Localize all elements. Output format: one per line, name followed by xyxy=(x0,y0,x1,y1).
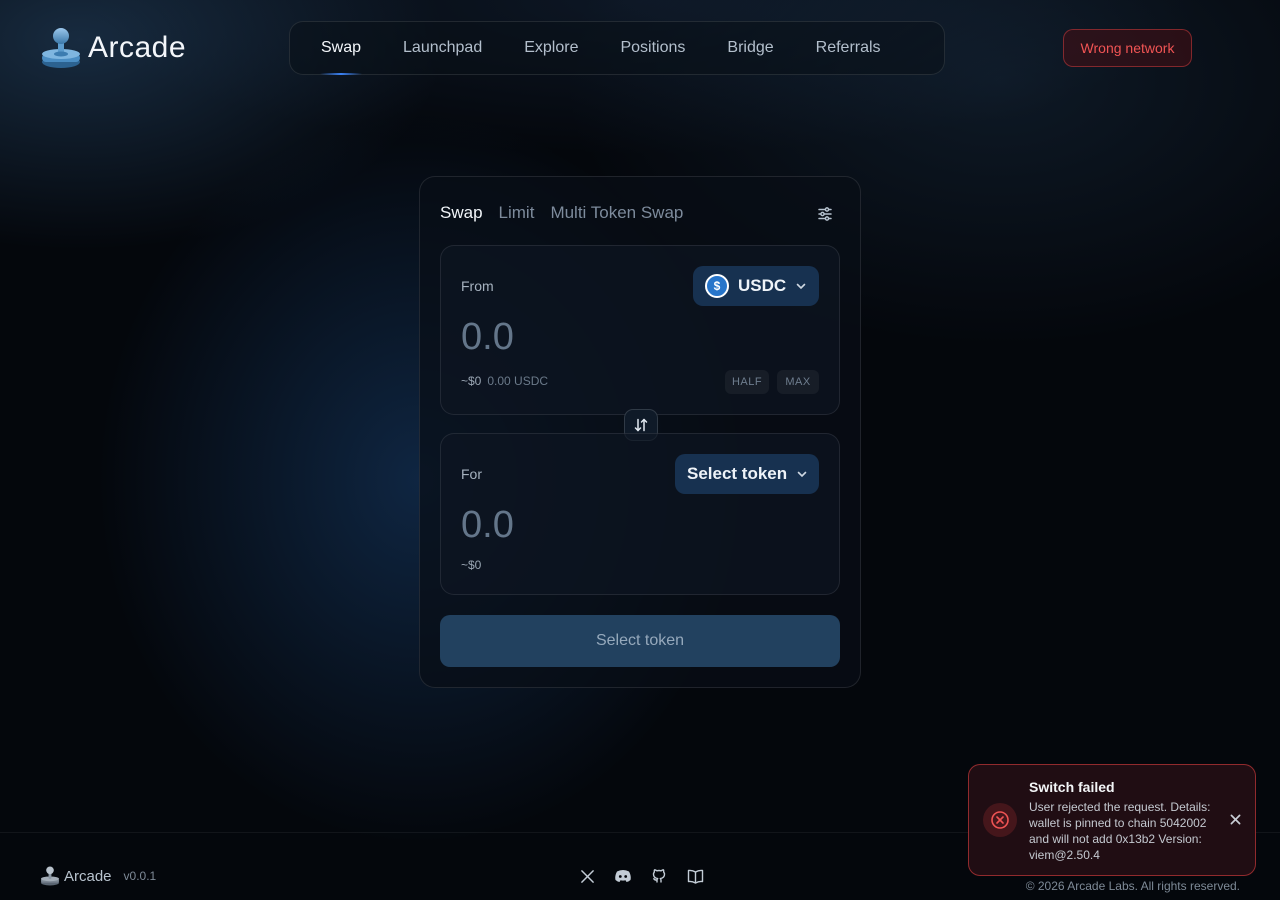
from-usd-value: ~$0 0.00 USDC xyxy=(461,374,548,388)
footer-brand-name: Arcade xyxy=(64,867,112,885)
tab-multi-token-swap[interactable]: Multi Token Swap xyxy=(550,203,683,223)
error-circle-icon xyxy=(983,803,1017,837)
from-panel: From $ USDC 0.0 ~$0 0.00 USDC HALF MAX xyxy=(440,245,840,415)
nav-referrals[interactable]: Referrals xyxy=(795,22,902,74)
to-token-label: Select token xyxy=(687,464,788,483)
from-token-symbol: USDC xyxy=(738,276,787,295)
half-button[interactable]: HALF xyxy=(725,370,769,394)
docs-icon[interactable] xyxy=(686,867,704,885)
footer-brand[interactable]: Arcade v0.0.1 xyxy=(40,865,156,887)
version-label: v0.0.1 xyxy=(123,869,157,883)
from-usd: ~$0 xyxy=(461,374,482,388)
nav-label: Positions xyxy=(620,39,686,56)
chevron-down-icon xyxy=(797,471,807,478)
github-icon[interactable] xyxy=(650,867,668,885)
to-token-selector[interactable]: Select token xyxy=(675,454,819,494)
max-button[interactable]: MAX xyxy=(777,370,819,394)
to-usd-value: ~$0 xyxy=(461,558,482,572)
from-label: From xyxy=(461,278,494,294)
usdc-icon: $ xyxy=(705,274,729,298)
tab-limit[interactable]: Limit xyxy=(499,203,535,223)
chevron-down-icon xyxy=(796,283,806,290)
nav-positions[interactable]: Positions xyxy=(599,22,706,74)
close-icon[interactable] xyxy=(1227,811,1243,827)
settings-button[interactable] xyxy=(814,203,836,225)
main-nav: Swap Launchpad Explore Positions Bridge … xyxy=(289,21,945,75)
joystick-icon xyxy=(40,866,60,886)
nav-launchpad[interactable]: Launchpad xyxy=(382,22,503,74)
to-amount-input[interactable]: 0.0 xyxy=(461,504,514,547)
from-balance: 0.00 USDC xyxy=(487,374,549,388)
nav-label: Explore xyxy=(524,39,579,56)
brand-name: Arcade xyxy=(88,31,187,64)
to-panel: For Select token 0.0 ~$0 xyxy=(440,433,840,595)
error-toast: Switch failed User rejected the request.… xyxy=(968,764,1256,876)
discord-icon[interactable] xyxy=(614,867,632,885)
nav-label: Swap xyxy=(321,39,362,56)
copyright-text: © 2026 Arcade Labs. All rights reserved. xyxy=(1025,879,1240,893)
nav-label: Launchpad xyxy=(403,39,483,56)
toast-title: Switch failed xyxy=(1029,779,1115,795)
social-links xyxy=(578,867,704,885)
swap-tabs: Swap Limit Multi Token Swap xyxy=(440,203,683,223)
wrong-network-button[interactable]: Wrong network xyxy=(1063,29,1192,67)
x-icon[interactable] xyxy=(578,867,596,885)
header: Arcade Swap Launchpad Explore Positions … xyxy=(0,0,1280,96)
nav-label: Referrals xyxy=(815,39,881,56)
nav-explore[interactable]: Explore xyxy=(503,22,599,74)
select-token-action-button[interactable]: Select token xyxy=(440,615,840,667)
usdc-glyph: $ xyxy=(713,279,721,293)
toast-message: User rejected the request. Details: wall… xyxy=(1029,800,1211,862)
brand-logo[interactable]: Arcade xyxy=(40,26,186,70)
to-label: For xyxy=(461,466,482,482)
nav-bridge[interactable]: Bridge xyxy=(706,22,794,74)
from-token-selector[interactable]: $ USDC xyxy=(693,266,819,306)
nav-label: Bridge xyxy=(727,39,774,56)
swap-card: Swap Limit Multi Token Swap From $ USDC … xyxy=(419,176,861,688)
swap-arrows-icon xyxy=(634,418,648,432)
tab-swap[interactable]: Swap xyxy=(440,203,483,223)
joystick-icon xyxy=(42,28,80,68)
nav-swap[interactable]: Swap xyxy=(300,22,382,75)
sliders-icon xyxy=(818,207,832,221)
from-amount-input[interactable]: 0.0 xyxy=(461,316,514,359)
